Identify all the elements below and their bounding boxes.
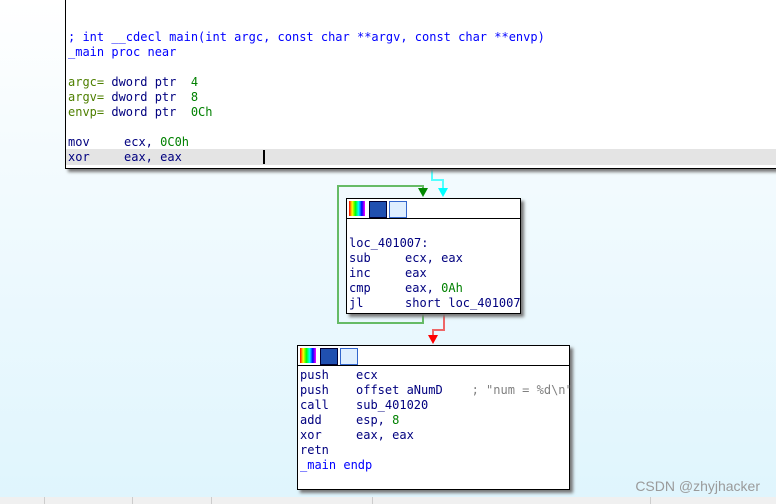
graph-icon[interactable] bbox=[389, 201, 407, 218]
proc-line: _main proc near bbox=[68, 45, 177, 59]
rename-icon[interactable] bbox=[369, 201, 387, 218]
graph-icon[interactable] bbox=[340, 348, 358, 365]
rename-icon[interactable] bbox=[320, 348, 338, 365]
entry-block[interactable]: ; int __cdecl main(int argc, const char … bbox=[65, 0, 776, 169]
arg-line: argv= dword ptr 8 bbox=[68, 90, 199, 104]
instruction: cmp eax, 0Ah bbox=[349, 281, 463, 295]
arrow-entry bbox=[438, 188, 448, 197]
instruction: call sub_401020 bbox=[300, 398, 429, 412]
loc-label: loc_401007: bbox=[349, 236, 429, 250]
instruction: add esp, 8 bbox=[300, 413, 400, 427]
instruction: sub ecx, eax bbox=[349, 251, 463, 265]
instruction: xor eax, eax bbox=[68, 150, 182, 164]
exit-block[interactable]: push ecx push offset aNumD ; "num = %d\n" … bbox=[297, 345, 573, 490]
block-header bbox=[347, 199, 520, 219]
arg-line: envp= dword ptr 0Ch bbox=[68, 105, 213, 119]
block-header bbox=[298, 346, 569, 366]
instruction: xor eax, eax bbox=[300, 428, 414, 442]
status-bar bbox=[0, 497, 776, 504]
color-icon[interactable] bbox=[300, 348, 316, 363]
loop-block[interactable]: loc_401007: sub ecx, eax inc eax cmp eax, 0… bbox=[346, 198, 521, 314]
instruction: inc eax bbox=[349, 266, 427, 280]
arg-line: argc= dword ptr 4 bbox=[68, 75, 199, 89]
watermark: CSDN @zhyjhacker bbox=[635, 478, 760, 494]
instruction: mov ecx, 0C0h bbox=[68, 135, 190, 149]
color-icon[interactable] bbox=[349, 201, 365, 216]
instruction: retn bbox=[300, 443, 329, 457]
instruction: jl short loc_401007 bbox=[349, 296, 521, 310]
arrow-loop bbox=[418, 188, 428, 197]
endp-line: _main endp bbox=[300, 458, 373, 472]
arrow-fallthrough bbox=[428, 335, 438, 344]
instruction: push offset aNumD ; "num = %d\n" bbox=[300, 383, 573, 397]
text-cursor bbox=[263, 150, 265, 164]
function-signature: ; int __cdecl main(int argc, const char … bbox=[68, 30, 545, 44]
instruction: push ecx bbox=[300, 368, 378, 382]
